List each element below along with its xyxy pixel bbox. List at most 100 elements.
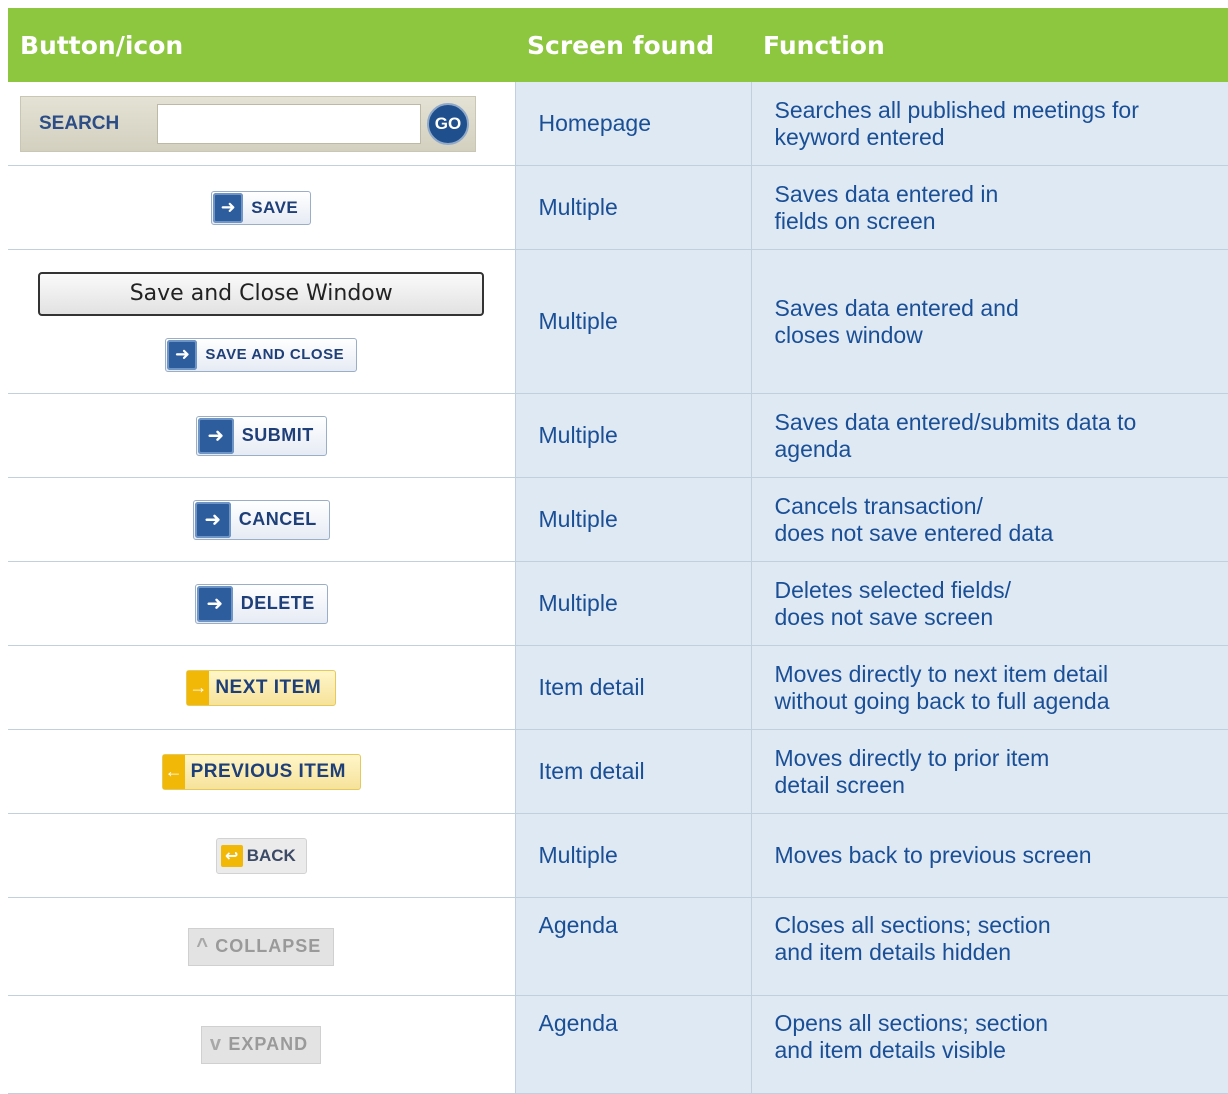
button-cell: SEARCH GO xyxy=(8,82,515,166)
function-cell: Searches all published meetings for keyw… xyxy=(751,82,1228,166)
screen-found-cell: Item detail xyxy=(515,730,751,814)
function-line: Moves directly to next item detail xyxy=(775,661,1228,688)
collapse-button-label: COLLAPSE xyxy=(215,936,321,957)
header-button-icon: Button/icon xyxy=(8,8,515,82)
arrow-right-box-icon: ➜ xyxy=(198,418,234,454)
function-cell: Moves back to previous screen xyxy=(751,814,1228,898)
delete-button-label: DELETE xyxy=(241,593,315,614)
function-line: and item details hidden xyxy=(775,939,1228,966)
button-cell: ← PREVIOUS ITEM xyxy=(8,730,515,814)
arrow-right-icon: → xyxy=(187,671,209,705)
function-line: does not save entered data xyxy=(775,520,1228,547)
function-line: Closes all sections; section xyxy=(775,912,1228,939)
save-and-close-button[interactable]: ➜ SAVE AND CLOSE xyxy=(165,338,357,372)
button-cell: ^ COLLAPSE xyxy=(8,898,515,996)
function-line: agenda xyxy=(775,436,1228,463)
reference-table-wrapper: Button/icon Screen found Function SEARCH… xyxy=(8,8,1228,1094)
search-input[interactable] xyxy=(157,104,421,144)
submit-button[interactable]: ➜ SUBMIT xyxy=(196,416,327,456)
function-line: Opens all sections; section xyxy=(775,1010,1228,1037)
save-button[interactable]: ➜ SAVE xyxy=(211,191,311,225)
arrow-right-box-icon: ➜ xyxy=(213,193,243,223)
collapse-button[interactable]: ^ COLLAPSE xyxy=(188,928,334,966)
function-line: keyword entered xyxy=(775,124,1228,151)
function-line: Saves data entered and xyxy=(775,295,1228,322)
function-cell: Saves data entered in fields on screen xyxy=(751,166,1228,250)
save-button-label: SAVE xyxy=(251,198,298,218)
delete-button[interactable]: ➜ DELETE xyxy=(195,584,328,624)
cancel-button-label: CANCEL xyxy=(239,509,317,530)
button-cell: ➜ SAVE xyxy=(8,166,515,250)
expand-button[interactable]: v EXPAND xyxy=(201,1026,321,1064)
table-row-save: ➜ SAVE Multiple Saves data entered in fi… xyxy=(8,166,1228,250)
submit-button-label: SUBMIT xyxy=(242,425,314,446)
arrow-left-icon: ← xyxy=(163,755,185,789)
function-cell: Saves data entered and closes window xyxy=(751,250,1228,394)
header-screen-found: Screen found xyxy=(515,8,751,82)
button-cell: ➜ SUBMIT xyxy=(8,394,515,478)
function-cell: Moves directly to prior item detail scre… xyxy=(751,730,1228,814)
table-row-expand: v EXPAND Agenda Opens all sections; sect… xyxy=(8,996,1228,1094)
arrow-right-box-icon: ➜ xyxy=(197,586,233,622)
function-cell: Cancels transaction/ does not save enter… xyxy=(751,478,1228,562)
function-cell: Closes all sections; section and item de… xyxy=(751,898,1228,996)
table-row-save-and-close: Save and Close Window ➜ SAVE AND CLOSE M… xyxy=(8,250,1228,394)
function-line: Moves directly to prior item xyxy=(775,745,1228,772)
back-button-label: BACK xyxy=(247,846,296,866)
function-line: without going back to full agenda xyxy=(775,688,1228,715)
table-row-previous-item: ← PREVIOUS ITEM Item detail Moves direct… xyxy=(8,730,1228,814)
screen-found-cell: Agenda xyxy=(515,996,751,1094)
screen-found-cell: Homepage xyxy=(515,82,751,166)
previous-item-button-label: PREVIOUS ITEM xyxy=(191,761,346,783)
save-and-close-window-button[interactable]: Save and Close Window xyxy=(38,272,484,316)
next-item-button-label: NEXT ITEM xyxy=(215,677,321,699)
function-line: Deletes selected fields/ xyxy=(775,577,1228,604)
function-line: Moves back to previous screen xyxy=(775,842,1228,869)
next-item-button[interactable]: → NEXT ITEM xyxy=(186,670,336,706)
function-line: fields on screen xyxy=(775,208,1228,235)
screen-found-cell: Multiple xyxy=(515,814,751,898)
table-row-back: ↩ BACK Multiple Moves back to previous s… xyxy=(8,814,1228,898)
screen-found-cell: Item detail xyxy=(515,646,751,730)
function-line: detail screen xyxy=(775,772,1228,799)
save-and-close-button-label: SAVE AND CLOSE xyxy=(205,346,344,363)
header-row: Button/icon Screen found Function xyxy=(8,8,1228,82)
table-row-cancel: ➜ CANCEL Multiple Cancels transaction/ d… xyxy=(8,478,1228,562)
table-row-delete: ➜ DELETE Multiple Deletes selected field… xyxy=(8,562,1228,646)
header-function: Function xyxy=(751,8,1228,82)
caret-down-icon: v xyxy=(206,1033,224,1056)
function-cell: Deletes selected fields/ does not save s… xyxy=(751,562,1228,646)
function-line: Searches all published meetings for xyxy=(775,97,1228,124)
expand-button-label: EXPAND xyxy=(228,1034,308,1055)
arrow-right-box-icon: ➜ xyxy=(195,502,231,538)
button-reference-table: Button/icon Screen found Function SEARCH… xyxy=(8,8,1228,1094)
button-cell: v EXPAND xyxy=(8,996,515,1094)
table-row-search: SEARCH GO Homepage Searches all publishe… xyxy=(8,82,1228,166)
screen-found-cell: Agenda xyxy=(515,898,751,996)
button-cell: Save and Close Window ➜ SAVE AND CLOSE xyxy=(8,250,515,394)
previous-item-button[interactable]: ← PREVIOUS ITEM xyxy=(162,754,361,790)
screen-found-cell: Multiple xyxy=(515,562,751,646)
screen-found-cell: Multiple xyxy=(515,166,751,250)
function-line: does not save screen xyxy=(775,604,1228,631)
button-cell: → NEXT ITEM xyxy=(8,646,515,730)
caret-up-icon: ^ xyxy=(193,935,211,958)
screen-found-cell: Multiple xyxy=(515,478,751,562)
table-row-submit: ➜ SUBMIT Multiple Saves data entered/sub… xyxy=(8,394,1228,478)
table-row-collapse: ^ COLLAPSE Agenda Closes all sections; s… xyxy=(8,898,1228,996)
go-button[interactable]: GO xyxy=(427,103,469,145)
cancel-button[interactable]: ➜ CANCEL xyxy=(193,500,330,540)
back-button[interactable]: ↩ BACK xyxy=(216,838,307,874)
screen-found-cell: Multiple xyxy=(515,394,751,478)
arrow-right-box-icon: ➜ xyxy=(167,340,197,370)
back-arrow-icon: ↩ xyxy=(221,845,243,867)
screen-found-cell: Multiple xyxy=(515,250,751,394)
function-cell: Moves directly to next item detail witho… xyxy=(751,646,1228,730)
search-bar: SEARCH GO xyxy=(20,96,476,152)
table-row-next-item: → NEXT ITEM Item detail Moves directly t… xyxy=(8,646,1228,730)
button-cell: ➜ CANCEL xyxy=(8,478,515,562)
function-cell: Opens all sections; section and item det… xyxy=(751,996,1228,1094)
function-line: closes window xyxy=(775,322,1228,349)
function-cell: Saves data entered/submits data to agend… xyxy=(751,394,1228,478)
search-label: SEARCH xyxy=(29,113,157,135)
